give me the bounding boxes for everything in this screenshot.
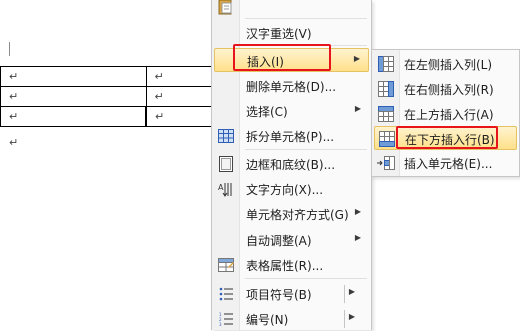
table-cell[interactable]: ↵ <box>0 86 147 107</box>
split-separator <box>344 310 345 328</box>
menu-item-autofit[interactable]: 自动调整(A) ▶ <box>214 228 369 252</box>
chevron-right-icon: ▶ <box>354 207 361 216</box>
menu-item-label: 表格属性(R)... <box>246 259 324 273</box>
split-separator <box>344 285 345 303</box>
svg-text:A: A <box>218 183 224 192</box>
menu-item-label: 删除单元格(D)... <box>246 80 337 94</box>
submenu-item-insert-row-below[interactable]: 在下方插入行(B) <box>374 126 517 150</box>
insert-column-left-icon <box>376 55 396 73</box>
menu-item-label: 编号(N) <box>246 313 289 327</box>
insert-column-right-icon <box>376 80 396 98</box>
menu-item-label: 边框和底纹(B)... <box>246 158 336 172</box>
bullets-icon <box>216 285 236 303</box>
submenu-item-label: 在下方插入行(B) <box>405 133 495 147</box>
menu-item-label: 选择(C) <box>246 105 288 119</box>
submenu-item-insert-cells[interactable]: 插入单元格(E)... <box>374 151 517 175</box>
table-row: ↵ ↵ <box>0 86 222 107</box>
chevron-right-icon: ▶ <box>353 54 360 63</box>
insert-submenu: 在左侧插入列(L) 在右侧插入列(R) 在上方插入行(A) 在下方插入行(B) … <box>371 49 520 177</box>
svg-text:3: 3 <box>219 322 222 326</box>
table-row: ↵ ↵ <box>0 66 222 87</box>
submenu-item-label: 在右侧插入列(R) <box>404 83 494 97</box>
menu-separator <box>245 45 367 46</box>
menu-item-label: 项目符号(B) <box>246 288 312 302</box>
chevron-right-icon: ▶ <box>354 233 361 242</box>
menu-item-label: 自动调整(A) <box>246 234 312 248</box>
menu-separator <box>245 149 367 150</box>
paste-icon <box>216 0 236 15</box>
chevron-right-icon: ▶ <box>354 104 361 113</box>
submenu-item-insert-column-left[interactable]: 在左侧插入列(L) <box>374 52 517 76</box>
submenu-item-label: 在左侧插入列(L) <box>404 58 493 72</box>
table-row: ↵ ↵ <box>0 106 222 127</box>
split-cells-icon <box>216 127 236 145</box>
chevron-right-icon[interactable]: ▶ <box>349 287 355 296</box>
menu-separator <box>245 278 367 279</box>
menu-item-split-cells[interactable]: 拆分单元格(P)... <box>214 124 369 148</box>
menu-item-table-properties[interactable]: 表格属性(R)... <box>214 253 369 277</box>
context-menu: 汉字重选(V) 插入(I) ▶ 删除单元格(D)... 选择(C) ▶ 拆分单元… <box>211 0 372 330</box>
insert-cells-icon <box>376 154 396 172</box>
menu-item-select[interactable]: 选择(C) ▶ <box>214 99 369 123</box>
table-properties-icon <box>216 256 236 274</box>
menu-item-bullets[interactable]: 项目符号(B) ▶ <box>214 282 369 306</box>
submenu-item-label: 插入单元格(E)... <box>404 157 493 171</box>
submenu-item-insert-column-right[interactable]: 在右侧插入列(R) <box>374 77 517 101</box>
submenu-item-insert-row-above[interactable]: 在上方插入行(A) <box>374 102 517 126</box>
menu-item-reconvert[interactable]: 汉字重选(V) <box>214 21 369 45</box>
borders-icon <box>216 155 236 173</box>
numbering-icon: 1 2 3 <box>216 310 236 328</box>
paragraph-mark: ↵ <box>9 136 19 149</box>
menu-item-insert[interactable]: 插入(I) ▶ <box>214 48 369 72</box>
menu-item-numbering[interactable]: 1 2 3 编号(N) ▶ <box>214 307 369 331</box>
table-cell[interactable]: ↵ <box>0 66 147 87</box>
menu-item-cell-alignment[interactable]: 单元格对齐方式(G) ▶ <box>214 202 369 226</box>
chevron-right-icon[interactable]: ▶ <box>349 312 355 321</box>
menu-item-label: 汉字重选(V) <box>246 27 312 41</box>
text-direction-icon: A <box>216 180 236 198</box>
table-cell[interactable]: ↵ <box>0 106 147 127</box>
menu-item-paste[interactable] <box>214 0 369 18</box>
menu-item-label: 插入(I) <box>247 55 284 69</box>
submenu-item-label: 在上方插入行(A) <box>404 108 494 122</box>
menu-separator <box>245 18 367 19</box>
insert-row-above-icon <box>376 105 396 123</box>
menu-item-delete-cells[interactable]: 删除单元格(D)... <box>214 74 369 98</box>
menu-item-label: 拆分单元格(P)... <box>246 130 335 144</box>
menu-item-borders-shading[interactable]: 边框和底纹(B)... <box>214 152 369 176</box>
menu-item-label: 单元格对齐方式(G) <box>246 208 349 222</box>
menu-item-text-direction[interactable]: A 文字方向(X)... <box>214 177 369 201</box>
menu-item-label: 文字方向(X)... <box>246 183 324 197</box>
text-cursor <box>9 42 10 56</box>
word-table[interactable]: ↵ ↵ ↵ ↵ ↵ ↵ <box>0 66 222 127</box>
insert-row-below-icon <box>377 130 397 148</box>
